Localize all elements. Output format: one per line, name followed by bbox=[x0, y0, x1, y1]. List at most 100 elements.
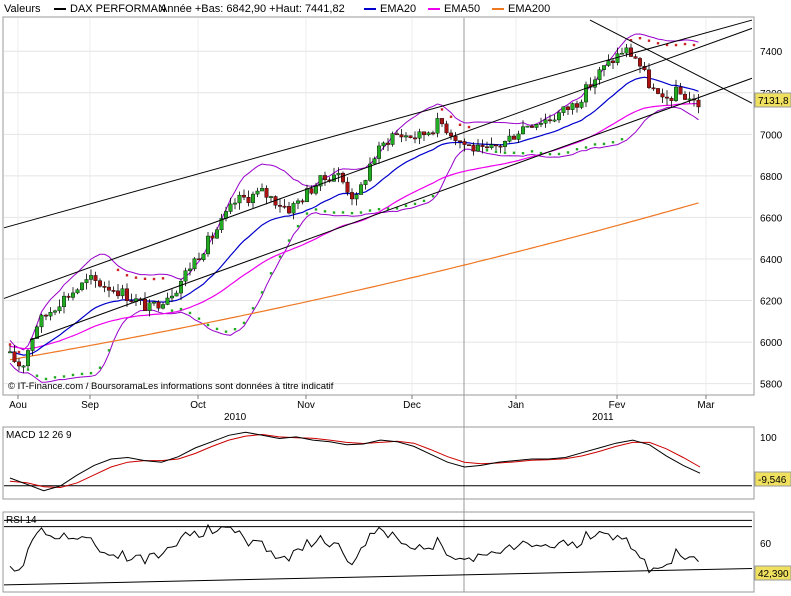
up-candle bbox=[417, 131, 422, 139]
sar-dot-up bbox=[242, 321, 246, 325]
macd-label: MACD 12 26 9 bbox=[6, 430, 72, 441]
down-candle bbox=[440, 118, 445, 125]
up-candle bbox=[606, 60, 611, 66]
sar-dot-up bbox=[71, 373, 75, 377]
down-candle bbox=[498, 145, 503, 148]
up-candle bbox=[602, 65, 607, 70]
chart-canvas: Valeurs DAX PERFORMAN Année +Bas: 6842,9… bbox=[2, 3, 791, 593]
up-candle bbox=[377, 145, 382, 159]
sar-dot-up bbox=[89, 371, 93, 375]
down-candle bbox=[467, 144, 472, 147]
down-candle bbox=[66, 295, 71, 298]
down-candle bbox=[647, 69, 652, 88]
sar-dot-up bbox=[359, 211, 363, 214]
down-candle bbox=[548, 119, 553, 122]
up-candle bbox=[192, 258, 197, 270]
down-candle bbox=[93, 275, 98, 281]
rsi-value-badge: 42,390 bbox=[754, 565, 791, 581]
up-candle bbox=[593, 79, 598, 88]
sar-dot-down bbox=[8, 343, 12, 346]
sar-dot-down bbox=[152, 277, 156, 281]
up-candle bbox=[525, 125, 530, 128]
down-candle bbox=[453, 135, 458, 141]
down-candle bbox=[386, 142, 391, 145]
sar-dot-up bbox=[224, 330, 228, 333]
up-candle bbox=[507, 135, 512, 142]
down-candle bbox=[395, 133, 400, 136]
up-candle bbox=[48, 312, 53, 317]
rsi-axis-tick: 60 bbox=[760, 539, 772, 550]
down-candle bbox=[656, 88, 661, 94]
down-candle bbox=[124, 288, 129, 301]
sar-dot-up bbox=[593, 143, 597, 146]
up-candle bbox=[363, 180, 368, 185]
sar-dot-down bbox=[683, 42, 687, 46]
down-candle bbox=[638, 58, 643, 67]
down-candle bbox=[444, 123, 449, 134]
price-panel-frame bbox=[2, 16, 755, 396]
down-candle bbox=[341, 172, 346, 183]
month-label: Jan bbox=[508, 400, 524, 411]
down-candle bbox=[12, 351, 17, 363]
sar-dot-up bbox=[251, 307, 255, 310]
sar-dot-up bbox=[107, 349, 111, 352]
last-price-value: 7131,8 bbox=[758, 96, 789, 107]
down-candle bbox=[115, 290, 120, 297]
up-candle bbox=[296, 200, 301, 204]
up-candle bbox=[269, 196, 274, 198]
sar-dot-up bbox=[476, 146, 480, 149]
sar-dot-up bbox=[341, 211, 345, 214]
down-candle bbox=[480, 144, 485, 147]
legend-range: Année +Bas: 6842,90 +Haut: 7441,82 bbox=[160, 3, 345, 15]
down-candle bbox=[300, 200, 305, 203]
sar-dot-up bbox=[215, 327, 219, 331]
price-tick-label: 6200 bbox=[760, 297, 783, 308]
up-candle bbox=[543, 119, 548, 124]
up-candle bbox=[390, 133, 395, 145]
down-candle bbox=[142, 299, 147, 311]
sar-dot-up bbox=[521, 151, 525, 155]
sar-dot-up bbox=[80, 372, 84, 376]
down-candle bbox=[512, 135, 517, 140]
sar-dot-up bbox=[206, 323, 210, 327]
up-candle bbox=[26, 350, 31, 367]
legend-series-label: Valeurs bbox=[4, 3, 41, 15]
up-candle bbox=[521, 126, 526, 135]
up-candle bbox=[62, 295, 67, 307]
down-candle bbox=[309, 188, 314, 194]
up-candle bbox=[232, 202, 237, 205]
sar-dot-up bbox=[548, 152, 552, 156]
up-candle bbox=[332, 174, 337, 182]
sar-dot-down bbox=[134, 276, 138, 279]
up-candle bbox=[53, 310, 58, 313]
price-tick-label: 6000 bbox=[760, 338, 783, 349]
year-label-2011: 2011 bbox=[592, 412, 614, 423]
up-candle bbox=[620, 52, 625, 55]
down-candle bbox=[111, 290, 116, 292]
down-candle bbox=[17, 361, 22, 367]
price-tick-label: 5800 bbox=[760, 380, 783, 391]
sar-dot-up bbox=[35, 374, 39, 377]
up-candle bbox=[570, 103, 575, 110]
down-candle bbox=[611, 60, 616, 63]
up-candle bbox=[201, 253, 206, 260]
up-candle bbox=[30, 338, 35, 351]
up-candle bbox=[57, 306, 62, 312]
up-candle bbox=[674, 86, 679, 101]
up-candle bbox=[359, 184, 364, 195]
last-price-badge: 7131,8 bbox=[754, 92, 791, 108]
up-candle bbox=[250, 193, 255, 203]
sar-dot-up bbox=[305, 212, 309, 215]
down-candle bbox=[106, 286, 111, 291]
sar-dot-up bbox=[422, 199, 426, 203]
price-tick-label: 6400 bbox=[760, 255, 783, 266]
down-candle bbox=[241, 194, 246, 198]
down-candle bbox=[422, 131, 427, 136]
sar-dot-up bbox=[485, 149, 489, 152]
sar-dot-up bbox=[620, 138, 624, 141]
sar-dot-up bbox=[260, 291, 264, 294]
up-candle bbox=[237, 194, 242, 204]
down-candle bbox=[696, 99, 701, 108]
year-label-2010: 2010 bbox=[224, 412, 247, 423]
sar-dot-down bbox=[449, 115, 453, 118]
